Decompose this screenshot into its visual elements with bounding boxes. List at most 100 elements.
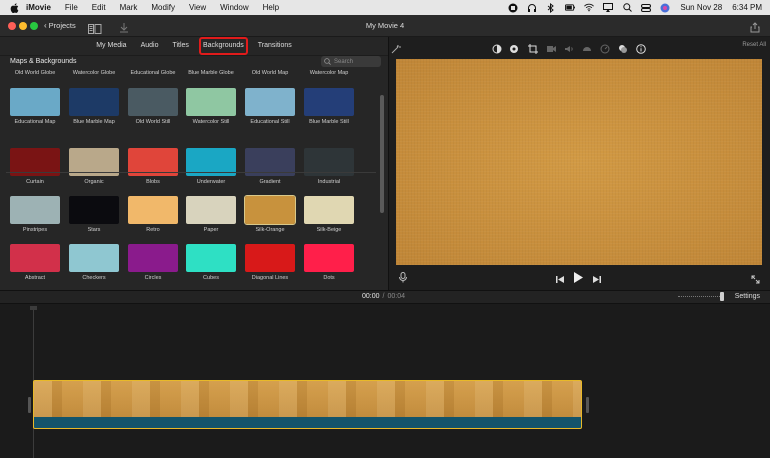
tab-transitions[interactable]: Transitions	[256, 39, 294, 53]
background-thumbnail	[304, 196, 354, 224]
background-item-watercolor-globe[interactable]: Watercolor Globe	[65, 70, 123, 76]
media-browser: My Media Audio Titles Backgrounds Transi…	[0, 37, 388, 290]
wifi-icon[interactable]	[584, 3, 595, 13]
headphones-icon[interactable]	[527, 3, 537, 13]
background-item-old-world-still[interactable]: Old World Still	[124, 88, 182, 125]
color-correction-icon[interactable]	[509, 41, 519, 53]
zoom-slider-knob[interactable]	[720, 292, 724, 301]
menu-app-name[interactable]: iMovie	[26, 0, 51, 15]
background-item-watercolor-still[interactable]: Watercolor Still	[182, 88, 240, 125]
background-item-curtain[interactable]: Curtain	[6, 148, 64, 185]
window-toolbar: ‹ Projects My Movie 4	[0, 15, 770, 37]
background-item-educational-map[interactable]: Educational Map	[6, 88, 64, 125]
background-item-paper[interactable]: Paper	[182, 196, 240, 233]
screen-mirroring-icon[interactable]	[603, 3, 614, 13]
background-item-cubes[interactable]: Cubes	[182, 244, 240, 281]
background-item-pinstripes[interactable]: Pinstripes	[6, 196, 64, 233]
background-item-retro[interactable]: Retro	[124, 196, 182, 233]
play-icon[interactable]	[573, 270, 584, 283]
browser-scrollbar[interactable]	[380, 95, 384, 213]
share-icon[interactable]	[750, 20, 760, 33]
background-item-diagonal-lines[interactable]: Diagonal Lines	[241, 244, 299, 281]
background-item-old-world-globe[interactable]: Old World Globe	[6, 70, 64, 76]
background-item-gradient[interactable]: Gradient	[241, 148, 299, 185]
timeline[interactable]	[0, 304, 770, 458]
clip-filter-icon[interactable]	[618, 41, 628, 53]
background-item-industrial[interactable]: Industrial	[300, 148, 358, 185]
microphone-icon[interactable]	[399, 270, 407, 283]
background-thumbnail	[186, 196, 236, 224]
record-stop-icon[interactable]	[508, 3, 518, 13]
timeline-header: 00:00/00:04 Settings	[0, 290, 770, 304]
background-label: Organic	[84, 179, 104, 185]
background-label: Watercolor Still	[192, 119, 230, 125]
background-item-watercolor-map[interactable]: Watercolor Map	[300, 70, 358, 76]
speed-icon[interactable]	[600, 41, 610, 54]
background-item-blue-marble-globe[interactable]: Blue Marble Globe	[182, 70, 240, 76]
background-item-underwater[interactable]: Underwater	[182, 148, 240, 185]
background-thumbnail	[245, 244, 295, 272]
menubar-date[interactable]: Sun Nov 28	[680, 3, 722, 12]
menu-view[interactable]: View	[189, 0, 206, 15]
fullscreen-icon[interactable]	[751, 271, 760, 284]
apple-icon[interactable]	[8, 2, 20, 14]
background-item-stars[interactable]: Stars	[65, 196, 123, 233]
menu-file[interactable]: File	[65, 0, 78, 15]
background-item-old-world-map[interactable]: Old World Map	[241, 70, 299, 76]
status-area: Sun Nov 28 6:34 PM	[499, 0, 762, 15]
battery-icon[interactable]	[565, 3, 576, 13]
tab-titles[interactable]: Titles	[170, 39, 190, 53]
menu-window[interactable]: Window	[220, 0, 248, 15]
background-label: Blobs	[146, 179, 160, 185]
background-item-abstract[interactable]: Abstract	[6, 244, 64, 281]
background-item-blue-marble-map[interactable]: Blue Marble Map	[65, 88, 123, 125]
menu-modify[interactable]: Modify	[151, 0, 175, 15]
background-item-educational-still[interactable]: Educational Still	[241, 88, 299, 125]
reset-all-button[interactable]: Reset All	[742, 42, 766, 48]
background-label: Checkers	[82, 275, 106, 281]
search-icon[interactable]	[622, 3, 632, 13]
background-item-dots[interactable]: Dots	[300, 244, 358, 281]
background-thumbnail	[69, 244, 119, 272]
search-input[interactable]: Search	[321, 56, 381, 67]
tab-audio[interactable]: Audio	[139, 39, 161, 53]
settings-button[interactable]: Settings	[735, 293, 760, 300]
background-item-blobs[interactable]: Blobs	[124, 148, 182, 185]
skip-back-icon[interactable]	[556, 271, 565, 283]
menu-help[interactable]: Help	[263, 0, 279, 15]
backgrounds-grid: Old World Globe Watercolor Globe Education…	[0, 68, 376, 288]
volume-icon[interactable]	[564, 41, 574, 52]
skip-forward-icon[interactable]	[592, 271, 601, 283]
crop-icon[interactable]	[528, 41, 538, 54]
control-center-icon[interactable]	[641, 3, 652, 13]
tab-my-media[interactable]: My Media	[94, 39, 128, 53]
tab-backgrounds[interactable]: Backgrounds	[198, 37, 248, 55]
timeline-zoom-slider[interactable]	[678, 296, 724, 299]
clip-trim-handle-left[interactable]	[28, 397, 31, 413]
stabilization-icon[interactable]	[546, 41, 556, 52]
color-balance-icon[interactable]	[492, 41, 502, 54]
background-thumbnail	[10, 244, 60, 272]
search-placeholder: Search	[334, 58, 354, 65]
menu-edit[interactable]: Edit	[92, 0, 106, 15]
background-item-circles[interactable]: Circles	[124, 244, 182, 281]
background-item-blue-marble-still[interactable]: Blue Marble Still	[300, 88, 358, 125]
menubar-time[interactable]: 6:34 PM	[732, 3, 762, 12]
background-item-checkers[interactable]: Checkers	[65, 244, 123, 281]
bluetooth-icon[interactable]	[546, 2, 556, 13]
background-label: Blue Marble Map	[73, 119, 115, 125]
menu-mark[interactable]: Mark	[120, 0, 138, 15]
viewer-preview[interactable]	[396, 59, 762, 265]
timeline-clip-silk-orange[interactable]	[33, 380, 582, 429]
background-item-educational-globe[interactable]: Educational Globe	[124, 70, 182, 76]
background-label: Stars	[87, 227, 101, 233]
background-label: Old World Still	[135, 119, 171, 125]
background-item-silk-orange[interactable]: Silk-Orange	[241, 195, 299, 233]
magic-wand-icon[interactable]	[391, 41, 401, 54]
background-item-silk-beige[interactable]: Silk-Beige	[300, 196, 358, 233]
info-icon[interactable]	[636, 41, 646, 54]
background-item-organic[interactable]: Organic	[65, 148, 123, 185]
noise-reduction-icon[interactable]	[582, 41, 592, 51]
siri-icon[interactable]	[660, 3, 670, 13]
clip-trim-handle-right[interactable]	[586, 397, 589, 413]
